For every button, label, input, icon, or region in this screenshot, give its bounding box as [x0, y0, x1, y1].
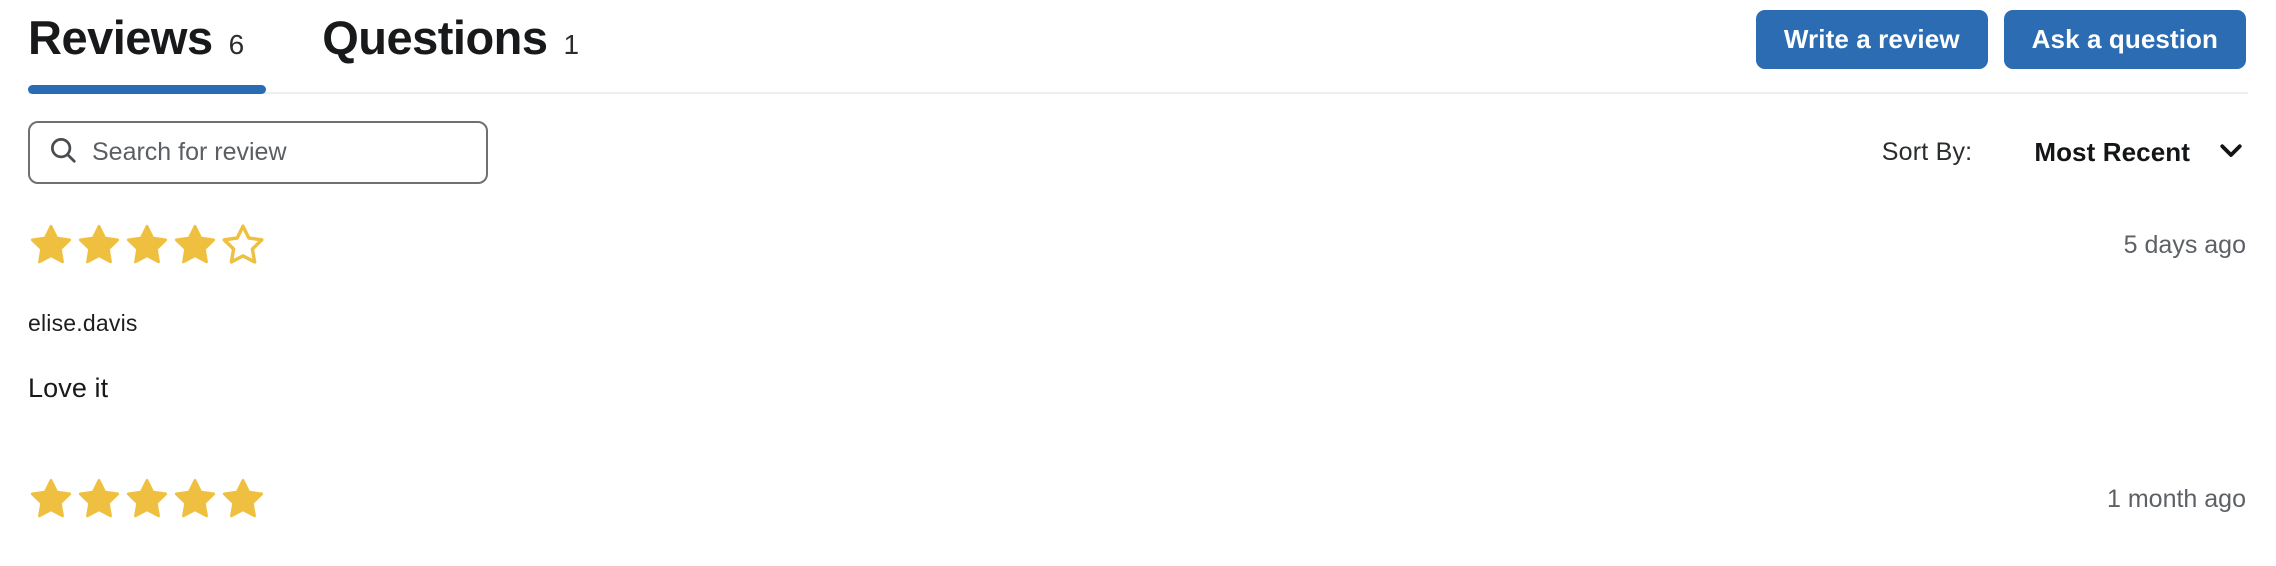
star-filled-icon	[30, 224, 72, 264]
header-actions: Write a review Ask a question	[1755, 0, 2246, 69]
search-input[interactable]	[92, 137, 468, 167]
sort-control: Sort By: Most Recent	[1882, 135, 2246, 170]
star-filled-icon	[78, 478, 120, 518]
search-box[interactable]	[28, 120, 488, 184]
star-filled-icon	[126, 224, 168, 264]
star-filled-icon	[222, 478, 264, 518]
star-filled-icon	[126, 478, 168, 518]
header-divider	[28, 92, 2248, 94]
star-filled-icon	[30, 478, 72, 518]
review-author: elise.davis	[28, 310, 138, 336]
tab-questions-count: 1	[563, 29, 580, 60]
tab-reviews-label: Reviews	[28, 11, 213, 64]
reviews-panel: Reviews 6 Questions 1 Write a review Ask…	[0, 0, 2276, 566]
sort-dropdown[interactable]: Most Recent	[2034, 135, 2246, 170]
sort-by-label: Sort By:	[1881, 137, 1973, 166]
review-spacer	[28, 404, 2246, 454]
active-tab-underline	[28, 85, 266, 94]
write-a-review-button[interactable]: Write a review	[1755, 10, 1988, 69]
review-header: 1 month ago	[28, 476, 2246, 522]
review-timestamp: 1 month ago	[2107, 485, 2246, 513]
sort-selected-value: Most Recent	[2034, 136, 2190, 167]
star-rating	[28, 222, 266, 268]
review-header: 5 days ago	[28, 222, 2246, 268]
star-filled-icon	[174, 478, 216, 518]
review-list: 5 days ago elise.davis Love it 1 month a…	[0, 200, 2276, 522]
reviews-toolbar: Sort By: Most Recent	[0, 104, 2276, 200]
tab-questions[interactable]: Questions 1	[322, 14, 579, 61]
review-body: Love it	[28, 373, 109, 403]
tab-reviews-count: 6	[228, 29, 245, 60]
tab-reviews[interactable]: Reviews 6	[28, 14, 244, 61]
star-rating	[28, 476, 266, 522]
tab-questions-label: Questions	[322, 11, 548, 64]
search-icon	[48, 135, 78, 170]
tab-header: Reviews 6 Questions 1 Write a review Ask…	[0, 0, 2276, 104]
star-empty-icon	[222, 224, 264, 264]
chevron-down-icon	[2216, 135, 2246, 170]
review-item: 1 month ago	[28, 454, 2246, 522]
star-filled-icon	[174, 224, 216, 264]
review-timestamp: 5 days ago	[2123, 231, 2246, 259]
ask-a-question-button[interactable]: Ask a question	[2003, 10, 2246, 69]
star-filled-icon	[78, 224, 120, 264]
review-item: 5 days ago elise.davis Love it	[28, 200, 2246, 404]
